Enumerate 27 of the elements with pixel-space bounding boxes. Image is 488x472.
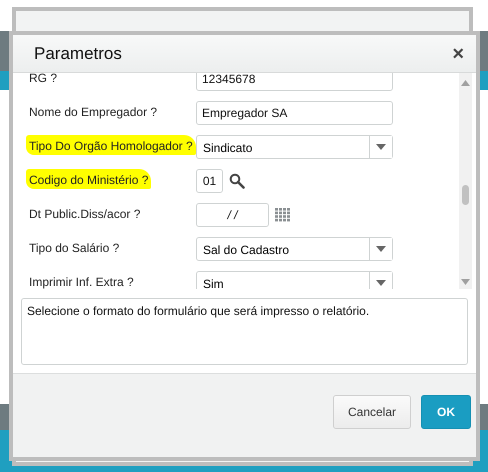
field-label: Imprimir Inf. Extra ?: [28, 274, 135, 289]
date-field[interactable]: / /: [196, 203, 269, 227]
cancel-button[interactable]: Cancelar: [333, 394, 411, 428]
caret-icon: [376, 280, 386, 286]
search-icon[interactable]: [229, 173, 245, 189]
dialog-title: Parametros: [34, 44, 122, 64]
field-label: Dt Public.Diss/acor ?: [28, 206, 142, 223]
field-label: Tipo do Salário ?: [28, 240, 120, 257]
select-field[interactable]: Sindicato: [196, 135, 393, 159]
select-field[interactable]: Sal do Cadastro: [196, 237, 393, 261]
description-box: Selecione o formato do formulário que será impresso o relatório.: [21, 298, 468, 365]
caret-icon: [376, 144, 386, 150]
field-label: RG ?: [28, 73, 58, 87]
field-label: Tipo Do Orgão Homologador ?: [26, 135, 196, 155]
scrollbar-thumb[interactable]: [462, 185, 469, 205]
field-label: Codigo do Ministério ?: [26, 169, 152, 189]
select-field[interactable]: Sim: [196, 271, 393, 289]
scrollbar[interactable]: [459, 73, 472, 289]
caret-icon: [376, 246, 386, 252]
scroll-up-icon[interactable]: [461, 80, 470, 86]
code-field[interactable]: 01: [196, 169, 223, 193]
text-field[interactable]: 12345678: [196, 73, 393, 91]
scroll-down-icon[interactable]: [461, 279, 470, 285]
calendar-icon[interactable]: [275, 208, 291, 222]
field-label: Nome do Empregador ?: [28, 104, 158, 121]
close-button[interactable]: ×: [452, 44, 464, 64]
text-field[interactable]: Empregador SA: [196, 101, 393, 125]
